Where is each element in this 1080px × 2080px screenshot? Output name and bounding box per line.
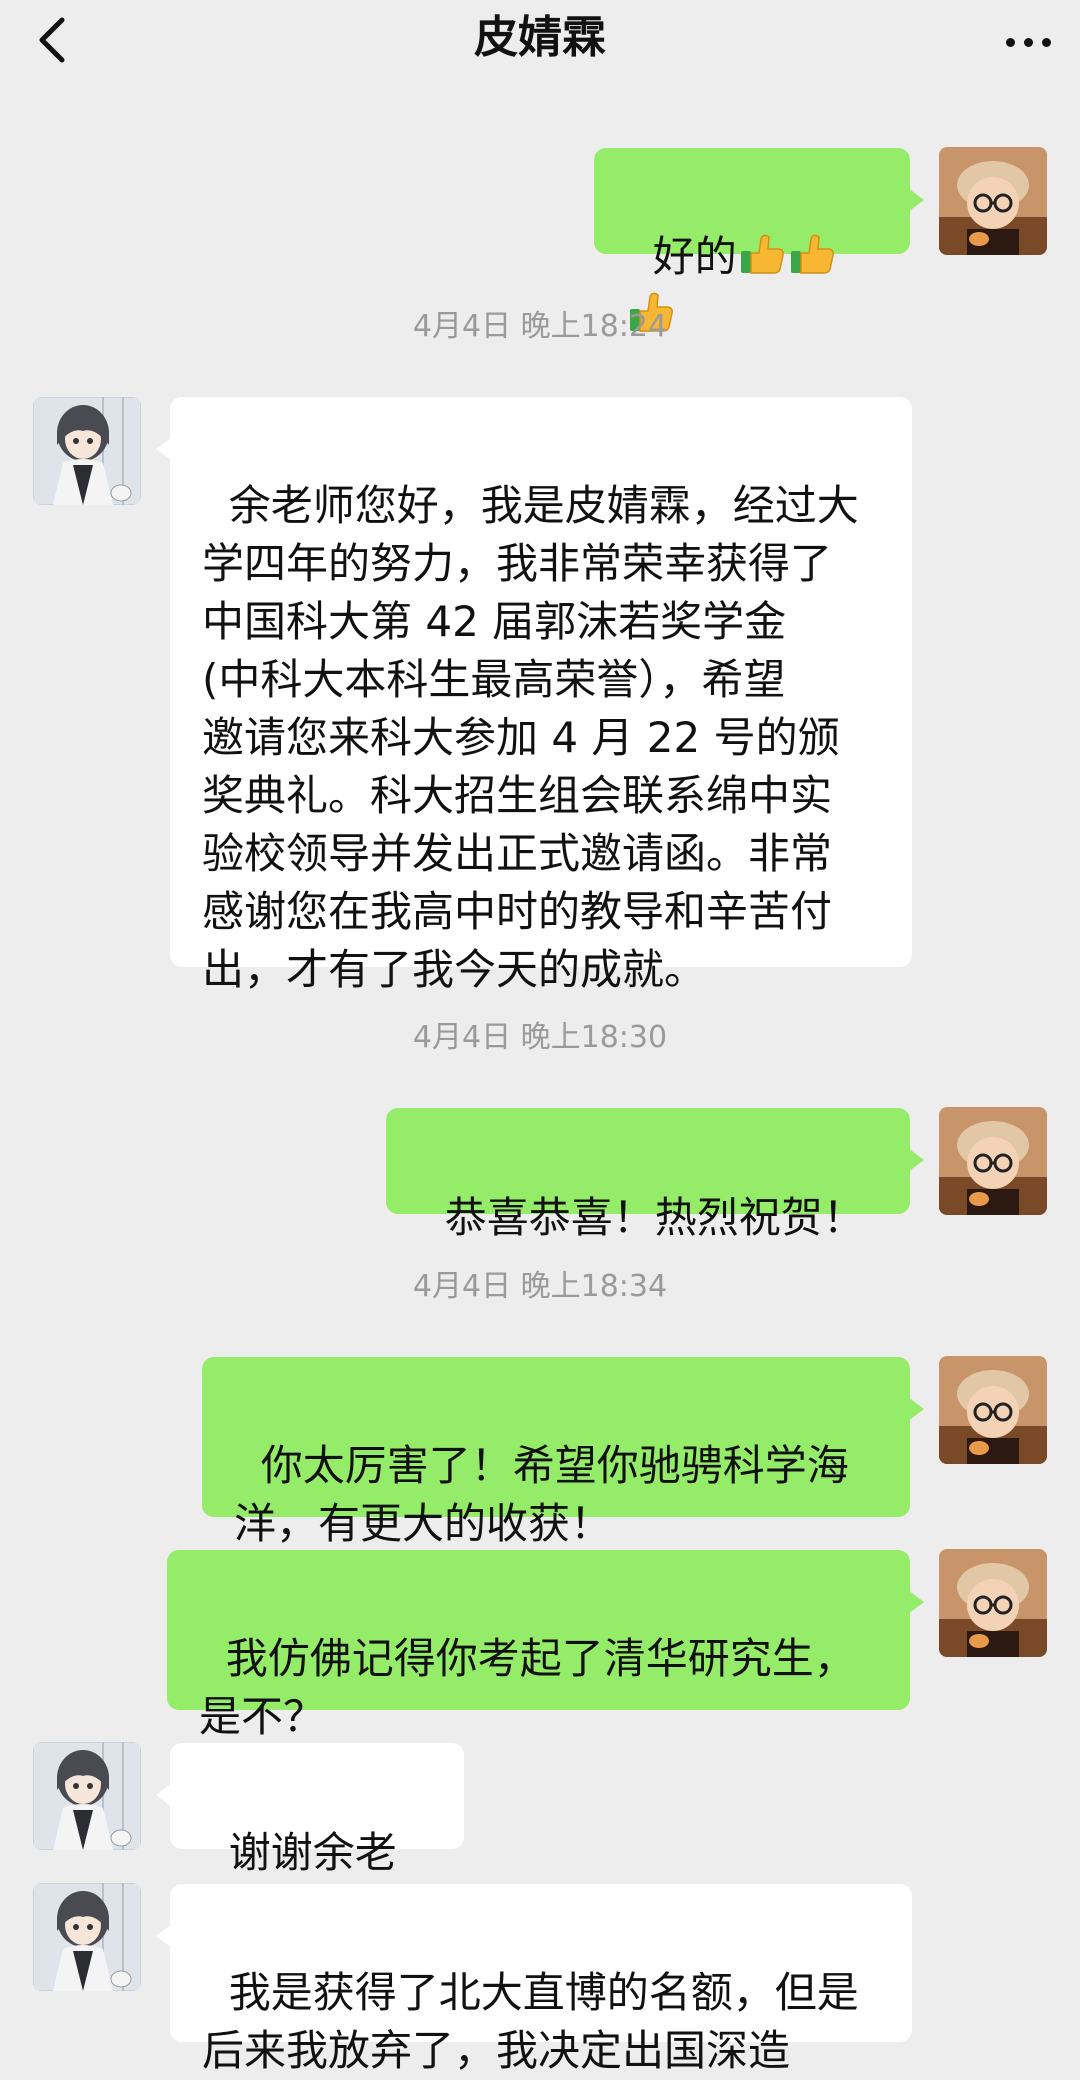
message-bubble-received[interactable]: 谢谢余老师 (156, 1743, 464, 1935)
contact-avatar[interactable] (33, 1742, 141, 1850)
thumbs-up-emoji (739, 234, 784, 274)
message-bubble-sent[interactable]: 好的 (594, 148, 924, 332)
timestamp: 4月4日 晚上18:24 (412, 309, 668, 344)
timestamp: 4月4日 晚上18:30 (412, 1020, 668, 1055)
message-text: 我是获得了北大直博的名额，但是 后来我放弃了，我决定出国深造 (202, 1968, 859, 2075)
message-text: 余老师您好，我是皮婧霖，经过大 学四年的努力，我非常荣幸获得了 中国科大第 42… (202, 481, 859, 994)
thumbs-up-emoji (789, 234, 834, 274)
my-avatar[interactable] (939, 1107, 1047, 1215)
my-avatar[interactable] (939, 1549, 1047, 1657)
message-bubble-sent[interactable]: 你太厉害了！希望你驰骋科学海 洋，有更大的收获！ (202, 1357, 924, 1548)
message-bubble-sent[interactable]: 恭喜恭喜！热烈祝贺！ (386, 1108, 924, 1242)
message-bubble-received[interactable]: 余老师您好，我是皮婧霖，经过大 学四年的努力，我非常荣幸获得了 中国科大第 42… (156, 397, 912, 994)
timestamp: 4月4日 晚上18:34 (412, 1269, 668, 1304)
contact-avatar[interactable] (33, 397, 141, 505)
chat-title: 皮婧霖 (474, 12, 606, 63)
message-text: 我仿佛记得你考起了清华研究生， 是不？ (199, 1634, 856, 1741)
more-dots-icon[interactable] (1000, 18, 1056, 62)
message-bubble-received[interactable]: 我是获得了北大直博的名额，但是 后来我放弃了，我决定出国深造 (156, 1884, 912, 2075)
contact-avatar[interactable] (33, 1883, 141, 1991)
my-avatar[interactable] (939, 147, 1047, 255)
message-text: 你太厉害了！希望你驰骋科学海 洋，有更大的收获！ (234, 1441, 849, 1548)
message-text: 好的 (652, 232, 737, 281)
message-bubble-sent[interactable]: 我仿佛记得你考起了清华研究生， 是不？ (167, 1550, 924, 1741)
message-text: 恭喜恭喜！热烈祝贺！ (444, 1193, 865, 1242)
my-avatar[interactable] (939, 1356, 1047, 1464)
chat-header: 皮婧霖 (0, 0, 1080, 100)
